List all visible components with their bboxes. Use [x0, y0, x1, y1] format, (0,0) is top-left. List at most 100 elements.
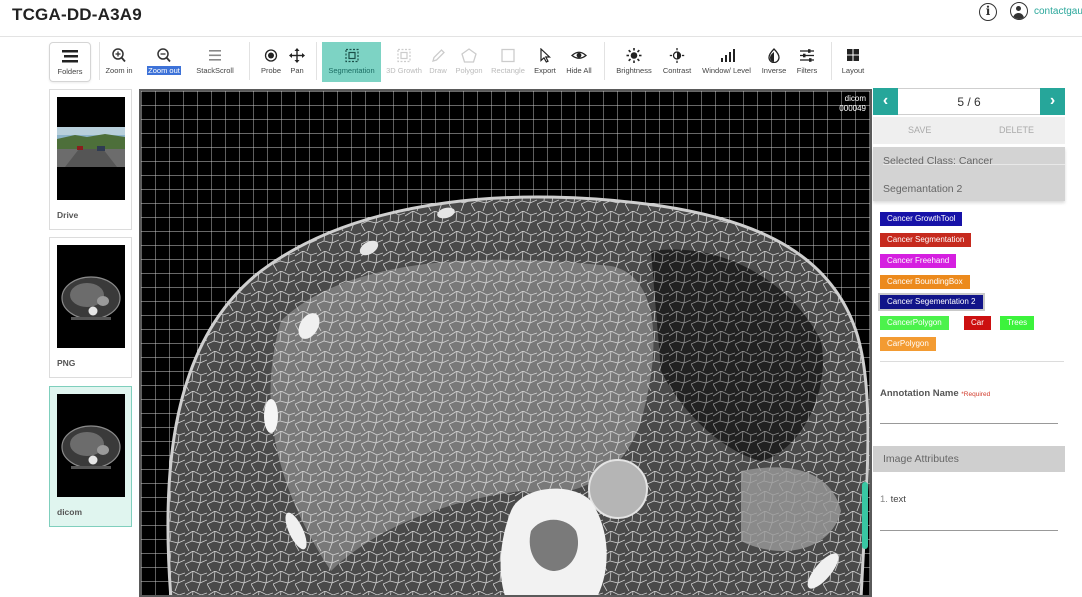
contrast-label: Contrast	[662, 66, 692, 75]
segmentation-button[interactable]: Segmentation	[322, 42, 381, 82]
app-header: TCGA-DD-A3A9 i contactgau	[0, 0, 1082, 37]
toolbar: Folders Zoom in Zoom out StackScroll Pro…	[0, 38, 1082, 86]
draw-label: Draw	[429, 66, 447, 75]
ct-scan-image	[141, 91, 870, 595]
thumbnail-png[interactable]: PNG	[49, 237, 132, 378]
layout-icon	[844, 48, 862, 63]
growth-3d-icon	[395, 48, 413, 63]
rectangle-label: Rectangle	[491, 66, 525, 75]
annotation-name-label: Annotation Name *Required	[880, 388, 990, 399]
attribute-item: 1. text	[880, 494, 906, 505]
user-avatar-icon[interactable]	[1010, 2, 1028, 20]
zoom-out-icon	[155, 48, 173, 63]
class-chip-selected[interactable]: Cancer Segementation 2	[878, 293, 985, 311]
attribute-input[interactable]	[880, 530, 1058, 531]
contrast-icon	[668, 48, 686, 63]
probe-button[interactable]: Probe	[257, 42, 285, 82]
filters-button[interactable]: Filters	[792, 42, 822, 82]
thumbnail-dicom[interactable]: dicom	[49, 386, 132, 527]
stack-scroll-button[interactable]: StackScroll	[192, 42, 238, 82]
contrast-button[interactable]: Contrast	[659, 42, 695, 82]
filters-label: Filters	[796, 66, 818, 75]
selected-class-panel: Selected Class: Cancer Segemantation 2	[873, 147, 1065, 201]
zoom-in-button[interactable]: Zoom in	[102, 42, 136, 82]
folders-button[interactable]: Folders	[49, 42, 91, 82]
thumbnail-drive[interactable]: Drive	[49, 89, 132, 230]
inverse-label: Inverse	[761, 66, 787, 75]
window-level-label: Window/ Level	[702, 66, 751, 75]
divider	[880, 361, 1064, 362]
annotation-actions: SAVE DELETE	[873, 117, 1065, 144]
attribute-text: text	[890, 494, 906, 505]
draw-icon	[429, 48, 447, 63]
user-name[interactable]: contactgau	[1034, 6, 1082, 17]
eye-icon	[570, 48, 588, 63]
selected-class-label: Selected Class: Cancer	[883, 155, 993, 167]
info-icon[interactable]: i	[979, 3, 997, 21]
window-level-button[interactable]: Window/ Level	[699, 42, 754, 82]
folders-icon	[61, 49, 79, 64]
annotation-name-input[interactable]	[880, 423, 1058, 424]
selected-segmentation-label: Segemantation 2	[883, 183, 963, 195]
thumbnail-dicom-label: dicom	[57, 507, 83, 517]
export-button[interactable]: Export	[531, 42, 559, 82]
image-attributes-title: Image Attributes	[883, 453, 959, 465]
pan-icon	[288, 48, 306, 63]
thumbnail-png-image	[57, 245, 125, 348]
zoom-in-icon	[110, 48, 128, 63]
export-label: Export	[534, 66, 556, 75]
class-chip[interactable]: CarPolygon	[880, 337, 936, 351]
growth-3d-button[interactable]: 3D Growth	[384, 42, 424, 82]
image-attributes-header: Image Attributes	[873, 446, 1065, 472]
thumbnail-dicom-image	[57, 394, 125, 497]
layout-label: Layout	[841, 66, 865, 75]
segmentation-label: Segmentation	[328, 66, 375, 75]
viewport-frame-number: 000049	[839, 104, 866, 113]
inverse-button[interactable]: Inverse	[758, 42, 790, 82]
attribute-number: 1.	[880, 494, 888, 505]
hide-all-button[interactable]: Hide All	[562, 42, 596, 82]
class-chip[interactable]: Cancer Freehand	[880, 254, 957, 268]
layout-button[interactable]: Layout	[837, 42, 869, 82]
class-chip[interactable]: Cancer GrowthTool	[880, 212, 963, 226]
image-viewport[interactable]: dicom 000049	[139, 89, 872, 597]
stack-scroll-label: StackScroll	[196, 66, 234, 75]
pager-position: 5 / 6	[957, 95, 981, 109]
image-pager: ‹ 5 / 6 ›	[873, 88, 1065, 115]
folders-label: Folders	[57, 67, 83, 76]
growth-3d-label: 3D Growth	[386, 66, 422, 75]
polygon-label: Polygon	[455, 66, 483, 75]
next-image-button[interactable]: ›	[1040, 88, 1065, 115]
filters-icon	[798, 48, 816, 63]
cursor-icon	[536, 47, 554, 63]
viewport-series-label: dicom	[844, 94, 866, 103]
polygon-button[interactable]: Polygon	[453, 42, 485, 82]
pan-button[interactable]: Pan	[285, 42, 309, 82]
required-marker: *Required	[961, 391, 991, 398]
save-button[interactable]: SAVE	[908, 125, 931, 135]
class-chip[interactable]: Trees	[1000, 316, 1035, 330]
class-chip[interactable]: Cancer BoundingBox	[880, 275, 970, 289]
zoom-out-button[interactable]: Zoom out	[144, 42, 184, 82]
hide-all-label: Hide All	[566, 66, 592, 75]
probe-label: Probe	[260, 66, 281, 75]
class-chip[interactable]: CancerPolygon	[880, 316, 949, 330]
page-title: TCGA-DD-A3A9	[12, 5, 142, 24]
class-chip[interactable]: Cancer Segmentation	[880, 233, 972, 247]
brightness-button[interactable]: Brightness	[612, 42, 656, 82]
thumbnail-drive-image	[57, 97, 125, 200]
probe-icon	[262, 48, 280, 63]
pan-label: Pan	[290, 66, 304, 75]
brightness-label: Brightness	[616, 66, 652, 75]
draw-button[interactable]: Draw	[426, 42, 450, 82]
delete-button[interactable]: DELETE	[999, 125, 1034, 135]
class-chip[interactable]: Car	[964, 316, 991, 330]
thumbnail-png-label: PNG	[57, 358, 76, 368]
rectangle-button[interactable]: Rectangle	[488, 42, 528, 82]
viewport-scroll-handle[interactable]	[862, 482, 868, 549]
previous-image-button[interactable]: ‹	[873, 88, 898, 115]
viewport-overlay-info: dicom 000049	[839, 94, 866, 114]
window-level-icon	[718, 48, 736, 63]
polygon-icon	[460, 48, 478, 63]
annotation-name-text: Annotation Name	[880, 388, 959, 399]
